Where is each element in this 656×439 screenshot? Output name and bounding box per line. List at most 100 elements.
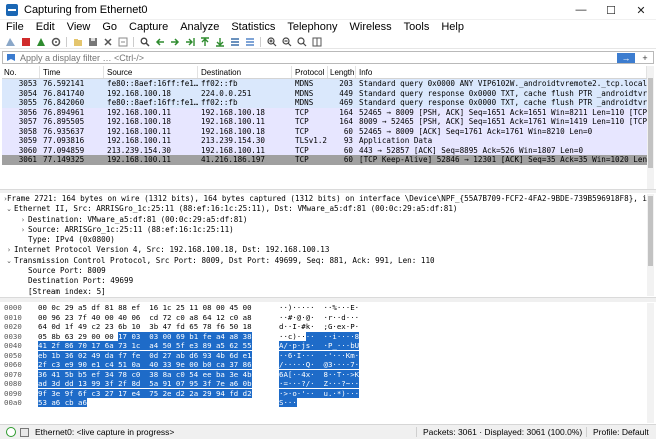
column-header-info[interactable]: Info bbox=[356, 66, 647, 78]
detail-tree-item[interactable]: › Internet Protocol Version 4, Src: 192.1… bbox=[2, 245, 647, 255]
last-icon[interactable] bbox=[214, 36, 226, 47]
menu-edit[interactable]: Edit bbox=[30, 20, 61, 35]
menu-help[interactable]: Help bbox=[435, 20, 470, 35]
column-header-protocol[interactable]: Protocol bbox=[292, 66, 328, 78]
bytes-scrollbar[interactable] bbox=[647, 303, 654, 423]
column-header-no[interactable]: No. bbox=[2, 66, 40, 78]
zoom-reset-icon[interactable] bbox=[296, 36, 308, 47]
detail-tree-item[interactable]: › Source: ARRISGro_1c:25:11 (88:ef:16:1c:… bbox=[2, 225, 647, 235]
detail-tree-item[interactable]: [Stream index: 5] bbox=[2, 287, 647, 296]
chevron-right-icon[interactable]: › bbox=[4, 245, 14, 255]
colorize-icon[interactable] bbox=[244, 36, 256, 47]
details-scrollbar[interactable] bbox=[647, 194, 654, 296]
bytes-hex[interactable]: 9f 3e 9f 6f c3 27 17 e4 75 2e d2 2a 29 9… bbox=[36, 388, 273, 399]
menu-go[interactable]: Go bbox=[96, 20, 123, 35]
forward-icon[interactable] bbox=[169, 36, 181, 47]
bytes-ascii[interactable]: ··c)···· ··i····8 bbox=[273, 331, 373, 342]
open-icon[interactable] bbox=[72, 36, 84, 47]
packet-bytes[interactable]: 0000 00 0c 29 a5 df 81 88 ef 16 1c 25 11 … bbox=[2, 303, 647, 423]
bytes-ascii[interactable]: ··)····· ··%···E· bbox=[273, 303, 373, 313]
bytes-hex[interactable]: eb 1b 36 02 49 da f7 fe 0d 27 ab d6 93 4… bbox=[36, 350, 273, 361]
column-header-destination[interactable]: Destination bbox=[198, 66, 292, 78]
minimize-button[interactable]: — bbox=[566, 0, 596, 20]
close-file-icon[interactable] bbox=[102, 36, 114, 47]
detail-tree-item[interactable]: Destination Port: 49699 bbox=[2, 276, 647, 286]
menu-statistics[interactable]: Statistics bbox=[225, 20, 281, 35]
stop-icon[interactable] bbox=[20, 36, 32, 47]
packet-details[interactable]: › Frame 2721: 164 bytes on wire (1312 bit… bbox=[2, 194, 647, 296]
bytes-ascii[interactable]: ·=···?/· Z···?~·· bbox=[273, 379, 373, 389]
menu-capture[interactable]: Capture bbox=[123, 20, 174, 35]
add-filter-button[interactable]: + bbox=[637, 53, 653, 63]
bytes-ascii[interactable]: A/·p·js· ·P_···bU bbox=[273, 341, 373, 351]
chevron-right-icon[interactable]: › bbox=[18, 225, 28, 235]
menu-analyze[interactable]: Analyze bbox=[174, 20, 225, 35]
menu-view[interactable]: View bbox=[61, 20, 97, 35]
capture-status-icon[interactable] bbox=[6, 427, 16, 437]
bytes-ascii[interactable]: d··I·#k· ;G·ex·P· bbox=[273, 322, 373, 332]
options-icon[interactable] bbox=[50, 36, 62, 47]
bytes-ascii[interactable]: ·>·o·'·· u.·*)··· bbox=[273, 388, 373, 399]
reload-icon[interactable] bbox=[117, 36, 129, 47]
bytes-hex[interactable]: 41 2f 86 70 17 6a 73 1c a4 50 5f e3 89 a… bbox=[36, 341, 273, 351]
apply-filter-button[interactable]: → bbox=[617, 52, 635, 63]
chevron-right-icon[interactable]: › bbox=[18, 215, 28, 225]
bytes-hex[interactable]: 05 8b 63 29 00 00 17 03 03 00 69 b1 fe a… bbox=[36, 331, 273, 342]
detail-tree-item[interactable]: Type: IPv4 (0x0800) bbox=[2, 235, 647, 245]
bytes-ascii[interactable]: S··· bbox=[273, 398, 373, 408]
chevron-down-icon[interactable]: ⌄ bbox=[4, 256, 14, 266]
column-header-time[interactable]: Time bbox=[40, 66, 104, 78]
menu-wireless[interactable]: Wireless bbox=[344, 20, 398, 35]
packet-row[interactable]: 3056 76.894961 192.168.100.11 192.168.100.1… bbox=[2, 107, 647, 117]
chevron-down-icon[interactable]: ⌄ bbox=[4, 204, 14, 214]
packet-list[interactable]: No. Time Source Destination Protocol Len… bbox=[2, 66, 647, 189]
bytes-hex[interactable]: 2f c3 e9 90 e1 c4 51 0a 40 33 9e 00 b0 c… bbox=[36, 360, 273, 370]
first-icon[interactable] bbox=[199, 36, 211, 47]
packet-row[interactable]: 3055 76.842060 fe80::8aef:16ff:fe1… ff02::f… bbox=[2, 98, 647, 108]
scrollbar-thumb[interactable] bbox=[648, 78, 653, 168]
bytes-hex[interactable]: 00 96 23 7f 40 00 40 06 cd 72 c0 a8 64 1… bbox=[36, 313, 273, 323]
save-icon[interactable] bbox=[87, 36, 99, 47]
packet-row[interactable]: 3053 76.592141 fe80::8aef:16ff:fe1… ff02::f… bbox=[2, 79, 647, 89]
scrollbar-thumb[interactable] bbox=[648, 196, 653, 266]
pane-splitter[interactable] bbox=[0, 189, 656, 193]
column-header-source[interactable]: Source bbox=[104, 66, 198, 78]
autoscroll-icon[interactable] bbox=[229, 36, 241, 47]
detail-tree-item[interactable]: Source Port: 8009 bbox=[2, 266, 647, 276]
bookmark-filter-icon[interactable] bbox=[5, 52, 17, 63]
bytes-hex[interactable]: 53 a6 cb a6 bbox=[36, 398, 273, 408]
detail-tree-item[interactable]: › Frame 2721: 164 bytes on wire (1312 bit… bbox=[2, 194, 647, 204]
pane-splitter[interactable] bbox=[0, 297, 656, 302]
bytes-ascii[interactable]: 6A[··4x· 8··T··>K bbox=[273, 369, 373, 380]
detail-tree-item[interactable]: ⌄ Ethernet II, Src: ARRISGro_1c:25:11 (88… bbox=[2, 204, 647, 214]
detail-tree-item[interactable]: ⌄ Transmission Control Protocol, Src Port… bbox=[2, 256, 647, 266]
bytes-ascii[interactable]: ··6·I··· ·'···Km· bbox=[273, 350, 373, 361]
maximize-button[interactable]: ☐ bbox=[596, 0, 626, 20]
shark-fin-icon[interactable] bbox=[5, 36, 17, 47]
bytes-hex[interactable]: 36 41 5b b5 ef 34 78 c0 38 8a c0 54 ee b… bbox=[36, 369, 273, 380]
expert-info-icon[interactable] bbox=[20, 427, 29, 437]
detail-tree-item[interactable]: › Destination: VMware_a5:df:81 (00:0c:29:… bbox=[2, 215, 647, 225]
packet-row[interactable]: 3057 76.895505 192.168.100.18 192.168.100.1… bbox=[2, 117, 647, 127]
packet-row[interactable]: 3058 76.935637 192.168.100.11 192.168.100.1… bbox=[2, 126, 647, 136]
menu-telephony[interactable]: Telephony bbox=[281, 20, 343, 35]
restart-icon[interactable] bbox=[35, 36, 47, 47]
find-icon[interactable] bbox=[139, 36, 151, 47]
zoom-out-icon[interactable] bbox=[281, 36, 293, 47]
column-header-length[interactable]: Length bbox=[328, 66, 356, 78]
goto-icon[interactable] bbox=[184, 36, 196, 47]
resize-columns-icon[interactable] bbox=[311, 36, 323, 47]
packet-row[interactable]: 3059 77.093816 192.168.100.11 213.239.154.3… bbox=[2, 136, 647, 146]
profile-selector[interactable]: Profile: Default bbox=[586, 427, 656, 437]
bytes-hex[interactable]: ad 3d dd 13 99 3f 2f 8d 5a 91 07 95 3f 7… bbox=[36, 379, 273, 389]
bytes-ascii[interactable]: /·····Q· @3····7· bbox=[273, 360, 373, 370]
packet-list-scrollbar[interactable] bbox=[647, 66, 654, 189]
menu-file[interactable]: File bbox=[0, 20, 30, 35]
menu-tools[interactable]: Tools bbox=[398, 20, 436, 35]
display-filter-input[interactable] bbox=[20, 52, 617, 63]
packet-row[interactable]: 3054 76.841740 192.168.100.18 224.0.0.251 MD… bbox=[2, 88, 647, 98]
bytes-hex[interactable]: 00 0c 29 a5 df 81 88 ef 16 1c 25 11 08 0… bbox=[36, 303, 273, 313]
zoom-in-icon[interactable] bbox=[266, 36, 278, 47]
packet-row[interactable]: 3061 77.149325 192.168.100.11 41.216.186.19… bbox=[2, 155, 647, 165]
close-button[interactable]: ✕ bbox=[626, 0, 656, 20]
